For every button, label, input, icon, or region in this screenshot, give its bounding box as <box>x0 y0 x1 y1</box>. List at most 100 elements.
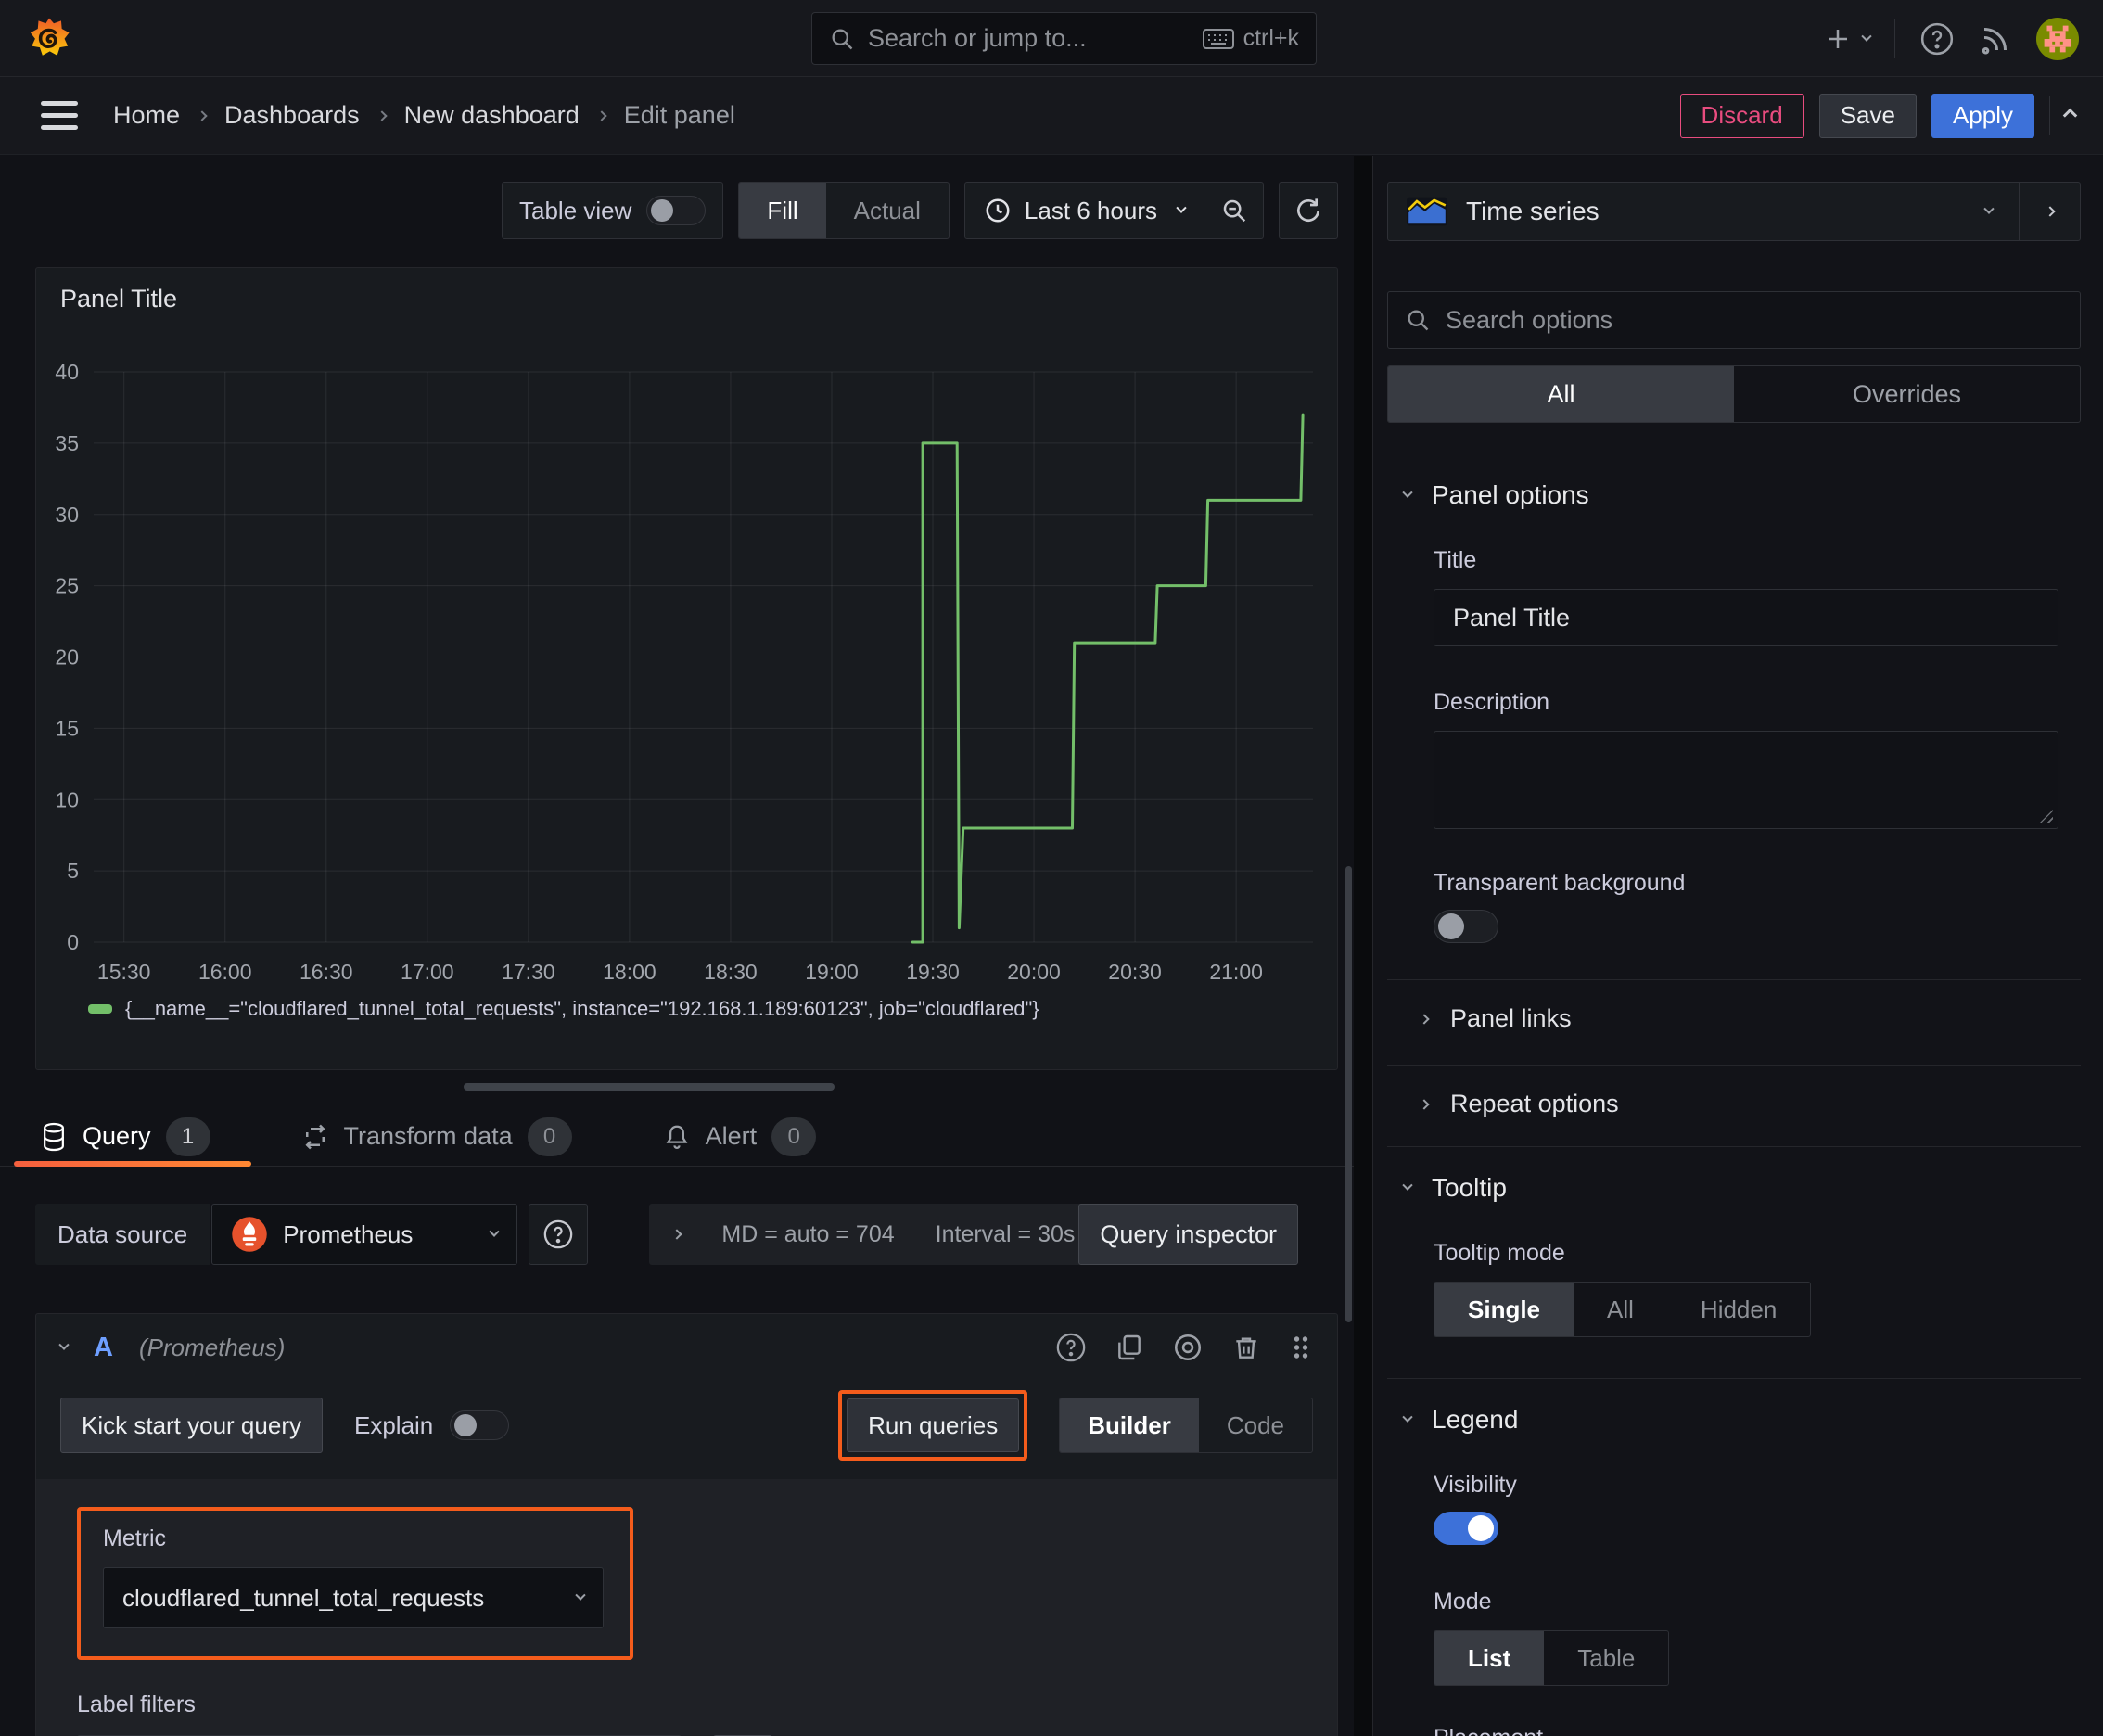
kickstart-button[interactable]: Kick start your query <box>60 1398 323 1453</box>
legend-table-option[interactable]: Table <box>1544 1631 1668 1685</box>
pane-divider[interactable] <box>1354 156 1372 1736</box>
query-header: A (Prometheus) <box>36 1314 1337 1381</box>
fill-option[interactable]: Fill <box>739 183 826 238</box>
breadcrumb-new-dashboard[interactable]: New dashboard <box>404 101 580 130</box>
news-button[interactable] <box>1979 22 2012 56</box>
run-queries-highlight: Run queries <box>838 1390 1028 1461</box>
svg-text:17:30: 17:30 <box>502 960 555 984</box>
collapse-header-button[interactable] <box>2062 108 2078 123</box>
global-search-input[interactable]: Search or jump to... ctrl+k <box>811 12 1317 65</box>
legend-body: Visibility Mode List Table Placement Bot… <box>1387 1472 2081 1736</box>
placement-label: Placement <box>1434 1725 2058 1736</box>
vertical-scrollbar[interactable] <box>1345 866 1352 1322</box>
eye-icon[interactable] <box>1172 1332 1204 1363</box>
time-series-chart[interactable]: 0 5 10 15 20 25 30 35 40 15:30 16:00 16:30 17:00 17:3… <box>36 268 1339 1028</box>
svg-text:35: 35 <box>55 431 79 455</box>
tab-transform[interactable]: Transform data 0 <box>275 1107 613 1166</box>
transparent-bg-toggle[interactable] <box>1434 910 1498 943</box>
divider <box>1894 19 1895 58</box>
tab-all-options[interactable]: All <box>1388 366 1734 422</box>
search-icon <box>1408 310 1429 331</box>
main-area: Table view Fill Actual Last 6 hours Pane… <box>0 156 2103 1736</box>
metric-select[interactable]: cloudflared_tunnel_total_requests <box>103 1567 604 1628</box>
zoom-out-button[interactable] <box>1204 183 1263 238</box>
query-inspector-button[interactable]: Query inspector <box>1078 1204 1298 1265</box>
query-options-summary[interactable]: MD = auto = 704 Interval = 30s <box>649 1204 1085 1265</box>
datasource-help-button[interactable] <box>529 1204 589 1265</box>
collapse-query-icon[interactable] <box>58 1339 70 1350</box>
metric-value: cloudflared_tunnel_total_requests <box>122 1583 485 1612</box>
metric-highlight: Metric cloudflared_tunnel_total_requests <box>77 1507 633 1660</box>
table-view-toggle[interactable] <box>646 196 707 225</box>
run-queries-button[interactable]: Run queries <box>847 1398 1020 1452</box>
editor-tabs: Query 1 Transform data 0 Alert 0 <box>0 1107 1354 1167</box>
question-circle-icon <box>1920 22 1954 55</box>
editor-pane: Table view Fill Actual Last 6 hours Pane… <box>0 156 1354 1736</box>
legend-header[interactable]: Legend <box>1387 1405 2081 1435</box>
repeat-options-section[interactable]: Repeat options <box>1387 1066 2081 1118</box>
tab-alert[interactable]: Alert 0 <box>637 1107 858 1166</box>
resize-corner-icon[interactable] <box>2039 810 2053 823</box>
svg-text:20:30: 20:30 <box>1108 960 1162 984</box>
fill-actual-segmented: Fill Actual <box>738 182 950 239</box>
tab-transform-label: Transform data <box>343 1122 513 1150</box>
trash-icon[interactable] <box>1231 1333 1261 1362</box>
legend-list-option[interactable]: List <box>1434 1631 1545 1685</box>
tab-overrides[interactable]: Overrides <box>1734 366 2080 422</box>
duplicate-icon[interactable] <box>1115 1333 1144 1362</box>
breadcrumb-home[interactable]: Home <box>113 101 180 130</box>
query-builder-body: Metric cloudflared_tunnel_total_requests… <box>36 1479 1337 1736</box>
grafana-logo-icon[interactable] <box>28 16 70 60</box>
panel-resize-handle[interactable] <box>464 1083 835 1091</box>
panel-options-header[interactable]: Panel options <box>1387 480 2081 510</box>
user-avatar[interactable] <box>2036 17 2079 60</box>
chevron-right-icon <box>1419 1013 1430 1025</box>
description-textarea[interactable] <box>1434 731 2058 829</box>
tooltip-all-option[interactable]: All <box>1574 1283 1667 1336</box>
datasource-select[interactable]: Prometheus <box>211 1204 518 1265</box>
time-range-button[interactable]: Last 6 hours <box>965 197 1204 225</box>
actual-option[interactable]: Actual <box>826 183 949 238</box>
options-search[interactable]: Search options <box>1387 291 2081 349</box>
add-menu-button[interactable] <box>1824 25 1872 53</box>
svg-text:0: 0 <box>67 930 79 954</box>
time-range-picker: Last 6 hours <box>963 182 1264 239</box>
transform-count-badge: 0 <box>527 1117 572 1156</box>
tab-query[interactable]: Query 1 <box>14 1107 251 1167</box>
legend-visibility-toggle[interactable] <box>1434 1512 1498 1545</box>
explain-toggle[interactable] <box>450 1410 510 1440</box>
panel-links-section[interactable]: Panel links <box>1387 980 2081 1033</box>
query-toolbar: Kick start your query Explain Run querie… <box>36 1381 1337 1479</box>
rss-icon <box>1982 27 2007 54</box>
refresh-button[interactable] <box>1279 182 1338 239</box>
chart-legend-item[interactable]: {__name__="cloudflared_tunnel_total_requ… <box>88 997 1039 1021</box>
drag-handle-icon[interactable] <box>1289 1334 1313 1361</box>
discard-button[interactable]: Discard <box>1679 93 1804 138</box>
query-ref-id[interactable]: A <box>94 1333 113 1363</box>
menu-toggle-button[interactable] <box>41 101 78 130</box>
breadcrumb-dashboards[interactable]: Dashboards <box>224 101 360 130</box>
tooltip-single-option[interactable]: Single <box>1434 1283 1574 1336</box>
svg-text:19:30: 19:30 <box>906 960 960 984</box>
metric-label: Metric <box>103 1525 167 1551</box>
save-button[interactable]: Save <box>1818 93 1917 138</box>
help-button[interactable] <box>1919 21 1955 57</box>
builder-option[interactable]: Builder <box>1060 1398 1199 1452</box>
help-icon[interactable] <box>1055 1332 1087 1363</box>
svg-text:20: 20 <box>55 645 79 670</box>
svg-text:17:00: 17:00 <box>401 960 454 984</box>
chevron-down-icon <box>1861 31 1872 42</box>
apply-button[interactable]: Apply <box>1931 93 2034 138</box>
tooltip-hidden-option[interactable]: Hidden <box>1667 1283 1810 1336</box>
visualization-select[interactable]: Time series <box>1388 183 2019 240</box>
tab-query-label: Query <box>83 1122 151 1150</box>
table-view-label: Table view <box>519 196 632 224</box>
panel-title-input[interactable] <box>1434 589 2058 646</box>
tooltip-mode-label: Tooltip mode <box>1434 1240 1565 1266</box>
divider <box>1387 1378 2081 1379</box>
tooltip-header[interactable]: Tooltip <box>1387 1173 2081 1203</box>
query-options-group: MD = auto = 704 Interval = 30s Query ins… <box>649 1204 1298 1265</box>
tooltip-mode-segmented: Single All Hidden <box>1434 1282 1812 1337</box>
toggle-viz-picker-button[interactable] <box>2019 183 2080 240</box>
code-option[interactable]: Code <box>1199 1398 1312 1452</box>
